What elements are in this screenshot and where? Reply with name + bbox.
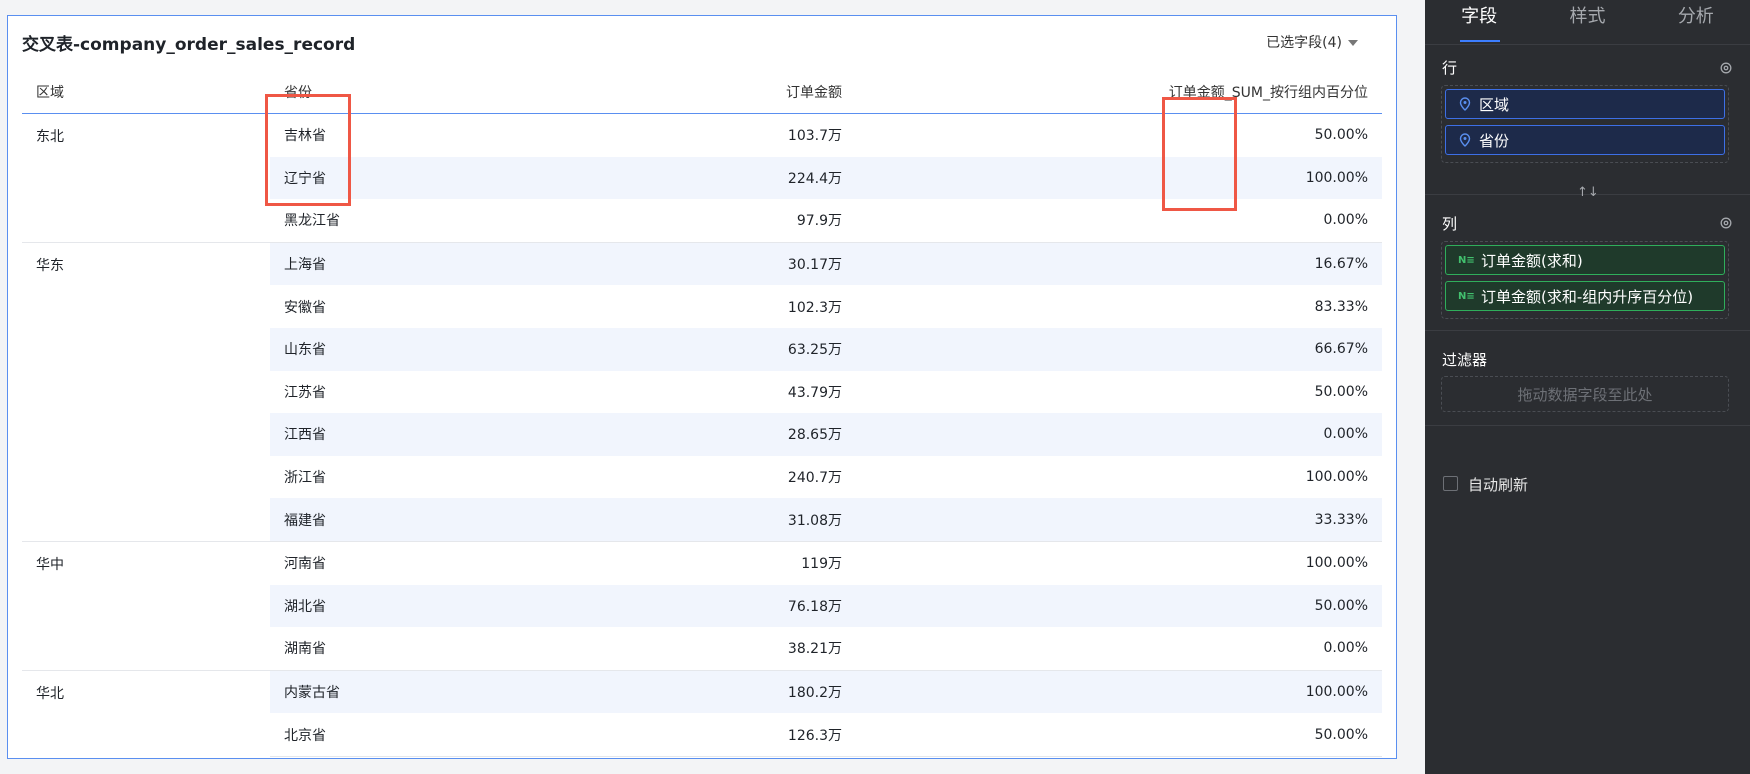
percentile-cell: 100.00% (856, 669, 1382, 714)
rows-title: 行 (1442, 59, 1458, 77)
region-cell: 华中 (22, 540, 270, 671)
province-cell: 湖北省 (270, 584, 628, 628)
column-field-label: 订单金额(求和) (1481, 251, 1583, 270)
province-cell: 北京省 (270, 713, 628, 757)
percentile-cell: 0.00% (1323, 212, 1368, 229)
selected-fields-dropdown[interactable]: 已选字段(4) (1266, 32, 1358, 52)
province-cell: 黑龙江省 (284, 213, 340, 230)
order-amount-cell: 102.3万 (787, 299, 842, 316)
order-amount-cell: 224.4万 (628, 156, 856, 200)
province-cell: 内蒙古省 (270, 669, 628, 714)
table-row: 东北 吉林省 103.7万 50.00% (22, 114, 1382, 157)
row-field-pill[interactable]: 区域 (1445, 89, 1725, 119)
auto-refresh-label: 自动刷新 (1468, 476, 1529, 494)
location-icon (1459, 97, 1471, 111)
order-amount-cell: 180.2万 (628, 669, 856, 714)
measure-number-icon: N≡ (1458, 290, 1475, 302)
table-row: 华北 内蒙古省 180.2万 100.00% (22, 669, 1382, 757)
filter-dropzone[interactable]: 拖动数据字段至此处 (1441, 376, 1729, 412)
percentile-cell: 50.00% (856, 713, 1382, 757)
row-field-pill[interactable]: 省份 (1445, 125, 1725, 155)
percentile-cell: 16.67% (856, 241, 1382, 286)
percentile-cell: 83.33% (1314, 298, 1368, 315)
province-cell: 河南省 (270, 540, 628, 585)
sidebar-tabs: 字段 样式 分析 (1425, 0, 1750, 45)
province-cell: 江苏省 (284, 384, 326, 401)
percentile-cell: 0.00% (1323, 640, 1368, 657)
column-header-percentile[interactable]: 订单金额_SUM_按行组内百分位 (856, 71, 1382, 114)
percentile-cell: 33.33% (856, 498, 1382, 542)
percentile-cell: 50.00% (1314, 383, 1368, 400)
tab-analysis[interactable]: 分析 (1642, 0, 1750, 44)
percentile-cell: 0.00% (856, 413, 1382, 456)
province-cell: 山东省 (270, 327, 628, 371)
filter-section: 过滤器 拖动数据字段至此处 (1425, 331, 1750, 426)
province-cell: 辽宁省 (270, 156, 628, 200)
row-field-label: 省份 (1479, 131, 1510, 150)
order-amount-cell: 103.7万 (787, 128, 842, 145)
columns-dropzone[interactable]: N≡ 订单金额(求和) N≡ 订单金额(求和-组内升序百分位) (1441, 241, 1729, 319)
gear-icon[interactable] (1719, 216, 1733, 230)
crosstab-panel: 交叉表-company_order_sales_record 已选字段(4) 区… (7, 15, 1397, 759)
table-row: 华中 河南省 119万 100.00% (22, 540, 1382, 671)
percentile-cell: 100.00% (1305, 469, 1368, 486)
order-amount-cell: 31.08万 (628, 498, 856, 542)
caret-down-icon (1348, 40, 1358, 46)
percentile-cell: 50.00% (1314, 127, 1368, 144)
order-amount-cell: 30.17万 (628, 241, 856, 286)
column-field-pill[interactable]: N≡ 订单金额(求和) (1445, 245, 1725, 275)
filter-title: 过滤器 (1442, 351, 1488, 369)
column-field-label: 订单金额(求和-组内升序百分位) (1481, 287, 1694, 306)
table-row: 华东 上海省 30.17万 16.67% (22, 241, 1382, 542)
order-amount-cell: 28.65万 (628, 413, 856, 456)
province-cell: 湖南省 (284, 641, 326, 658)
order-amount-cell: 43.79万 (787, 384, 842, 401)
order-amount-cell: 240.7万 (787, 470, 842, 487)
province-cell: 安徽省 (284, 299, 326, 316)
percentile-cell: 50.00% (856, 584, 1382, 628)
region-cell: 华北 (22, 669, 270, 757)
province-cell: 江西省 (270, 413, 628, 456)
region-cell: 华东 (22, 241, 270, 542)
crosstab-table: 区域 省份 订单金额 订单金额_SUM_按行组内百分位 东北 吉林省 103.7万 5… (22, 71, 1382, 757)
config-sidebar: 字段 样式 分析 行 区域 省份 ↑↓ 列 N≡ 订单金额(求和) N≡ 订单金… (1425, 0, 1750, 774)
order-amount-cell: 63.25万 (628, 327, 856, 371)
percentile-cell: 100.00% (856, 540, 1382, 585)
rows-section: 行 区域 省份 (1425, 45, 1750, 195)
order-amount-cell: 119万 (628, 540, 856, 585)
order-amount-cell: 97.9万 (796, 213, 842, 230)
province-cell: 福建省 (270, 498, 628, 542)
column-header-order-amount[interactable]: 订单金额 (628, 71, 856, 114)
column-header-province[interactable]: 省份 (270, 71, 628, 114)
percentile-cell: 100.00% (856, 156, 1382, 200)
column-field-pill[interactable]: N≡ 订单金额(求和-组内升序百分位) (1445, 281, 1725, 311)
table-body: 东北 吉林省 103.7万 50.00% 辽宁省 224.4万 100.00% 黑龙江省 97.… (22, 114, 1382, 757)
location-icon (1459, 133, 1471, 147)
selected-fields-label: 已选字段(4) (1266, 35, 1342, 51)
percentile-cell: 66.67% (856, 327, 1382, 371)
active-tab-indicator (1460, 40, 1500, 42)
province-cell: 上海省 (270, 241, 628, 286)
auto-refresh-checkbox[interactable] (1443, 476, 1458, 491)
columns-title: 列 (1442, 215, 1458, 233)
table-header-row: 区域 省份 订单金额 订单金额_SUM_按行组内百分位 (22, 71, 1382, 114)
columns-section: 列 N≡ 订单金额(求和) N≡ 订单金额(求和-组内升序百分位) (1425, 195, 1750, 331)
column-header-region[interactable]: 区域 (22, 71, 270, 114)
chart-title: 交叉表-company_order_sales_record (22, 35, 356, 55)
filter-hint: 拖动数据字段至此处 (1517, 386, 1653, 404)
province-cell: 浙江省 (284, 470, 326, 487)
tab-style[interactable]: 样式 (1533, 0, 1641, 44)
measure-number-icon: N≡ (1458, 254, 1475, 266)
rows-dropzone[interactable]: 区域 省份 (1441, 85, 1729, 163)
row-field-label: 区域 (1479, 95, 1510, 114)
region-cell: 东北 (36, 129, 64, 145)
tab-fields[interactable]: 字段 (1425, 0, 1533, 44)
gear-icon[interactable] (1719, 61, 1733, 75)
order-amount-cell: 126.3万 (628, 713, 856, 757)
order-amount-cell: 76.18万 (628, 584, 856, 628)
order-amount-cell: 38.21万 (787, 641, 842, 658)
province-cell: 吉林省 (284, 128, 326, 145)
